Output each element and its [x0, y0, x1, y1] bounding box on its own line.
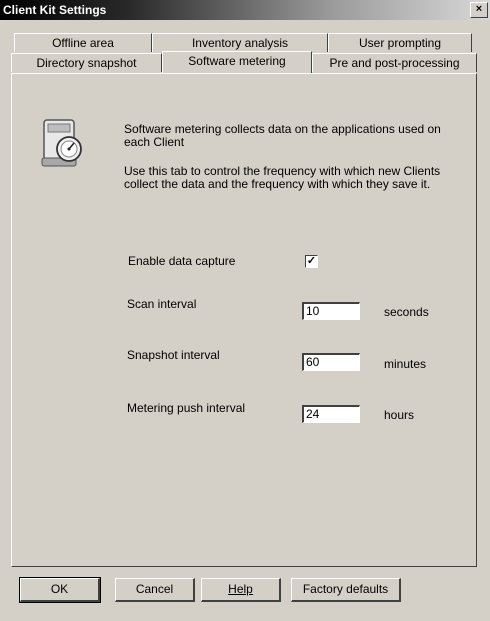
- client-kit-settings-dialog: Client Kit Settings × Offline area Inven…: [0, 0, 490, 621]
- tab-inventory-analysis[interactable]: Inventory analysis: [152, 33, 328, 52]
- ok-button[interactable]: OK: [19, 577, 101, 603]
- description-line-4: collect the data and the frequency with …: [124, 177, 431, 191]
- window-title: Client Kit Settings: [3, 3, 107, 17]
- scan-interval-input[interactable]: 10: [302, 302, 360, 320]
- software-metering-gauge-icon: [41, 119, 82, 167]
- tab-pre-and-post-processing[interactable]: Pre and post-processing: [312, 53, 477, 72]
- cancel-button[interactable]: Cancel: [115, 578, 195, 602]
- factory-defaults-button[interactable]: Factory defaults: [291, 578, 401, 602]
- scan-interval-unit: seconds: [384, 305, 429, 319]
- tab-offline-area[interactable]: Offline area: [14, 33, 152, 52]
- tab-user-prompting[interactable]: User prompting: [328, 33, 472, 52]
- close-button[interactable]: ×: [470, 2, 488, 18]
- description-line-2: each Client: [124, 135, 185, 149]
- help-button[interactable]: Help: [201, 578, 281, 602]
- snapshot-interval-label: Snapshot interval: [127, 348, 220, 362]
- title-bar: Client Kit Settings ×: [0, 0, 490, 20]
- tab-software-metering[interactable]: Software metering: [162, 51, 312, 73]
- enable-data-capture-checkbox[interactable]: ✓: [305, 255, 318, 268]
- snapshot-interval-unit: minutes: [384, 357, 427, 371]
- snapshot-interval-input[interactable]: 60: [302, 353, 360, 371]
- tab-directory-snapshot[interactable]: Directory snapshot: [11, 53, 162, 72]
- enable-data-capture-label: Enable data capture: [128, 254, 236, 268]
- metering-push-interval-label: Metering push interval: [127, 401, 246, 415]
- scan-interval-label: Scan interval: [127, 297, 197, 311]
- metering-push-interval-unit: hours: [384, 408, 415, 422]
- help-button-label: Help: [228, 582, 253, 596]
- metering-push-interval-input[interactable]: 24: [302, 405, 360, 423]
